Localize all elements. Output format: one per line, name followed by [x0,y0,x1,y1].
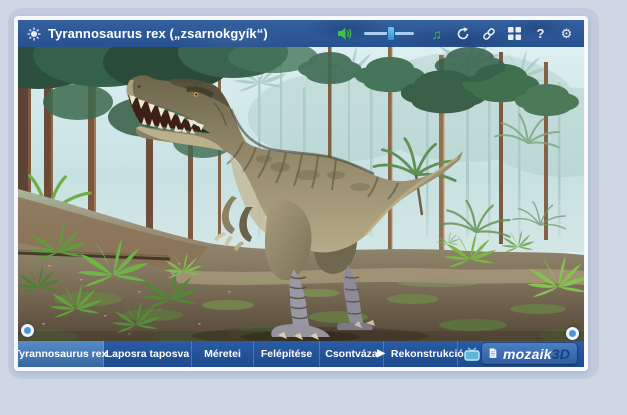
volume-slider-handle[interactable] [387,26,395,41]
sun-icon [26,26,41,41]
reconstruction-button[interactable]: ▶ Rekonstrukció [384,341,458,367]
tab-tyrannosaurus-rex[interactable]: Tyrannosaurus rex [18,341,104,367]
tab-felepitese[interactable]: Felépítése [254,341,320,367]
app-window: Tyrannosaurus rex („zsarnokgyík“) ♫ [14,16,588,371]
tv-icon [464,347,480,361]
link-icon[interactable] [481,26,496,41]
grid-icon[interactable] [507,26,522,41]
brand-panel[interactable]: mozaik3D [482,343,577,364]
gear-icon[interactable]: ⚙ [559,26,574,41]
tab-csontvaza[interactable]: Csontváza [320,341,384,367]
volume-slider[interactable] [364,32,414,35]
play-icon: ▶ [377,349,385,359]
tabbar: Tyrannosaurus rex Laposra taposva Mérete… [18,341,584,367]
scene-hotspot-right[interactable] [566,327,579,340]
scene-hotspot-left[interactable] [21,324,34,337]
toolbar: ♫ [338,26,574,41]
music-note-icon[interactable]: ♫ [429,26,444,41]
trex-forest-scene [18,47,584,341]
scene-viewport[interactable] [18,47,584,341]
page-title: Tyrannosaurus rex („zsarnokgyík“) [48,26,268,41]
brand-logo: mozaik3D [503,346,570,362]
titlebar: Tyrannosaurus rex („zsarnokgyík“) ♫ [18,20,584,47]
tab-laposra-taposva[interactable]: Laposra taposva [104,341,192,367]
rotate-icon[interactable] [455,26,470,41]
volume-icon[interactable] [338,26,353,41]
help-icon[interactable]: ? [533,26,548,41]
tab-meretei[interactable]: Méretei [192,341,254,367]
document-icon [489,346,497,361]
